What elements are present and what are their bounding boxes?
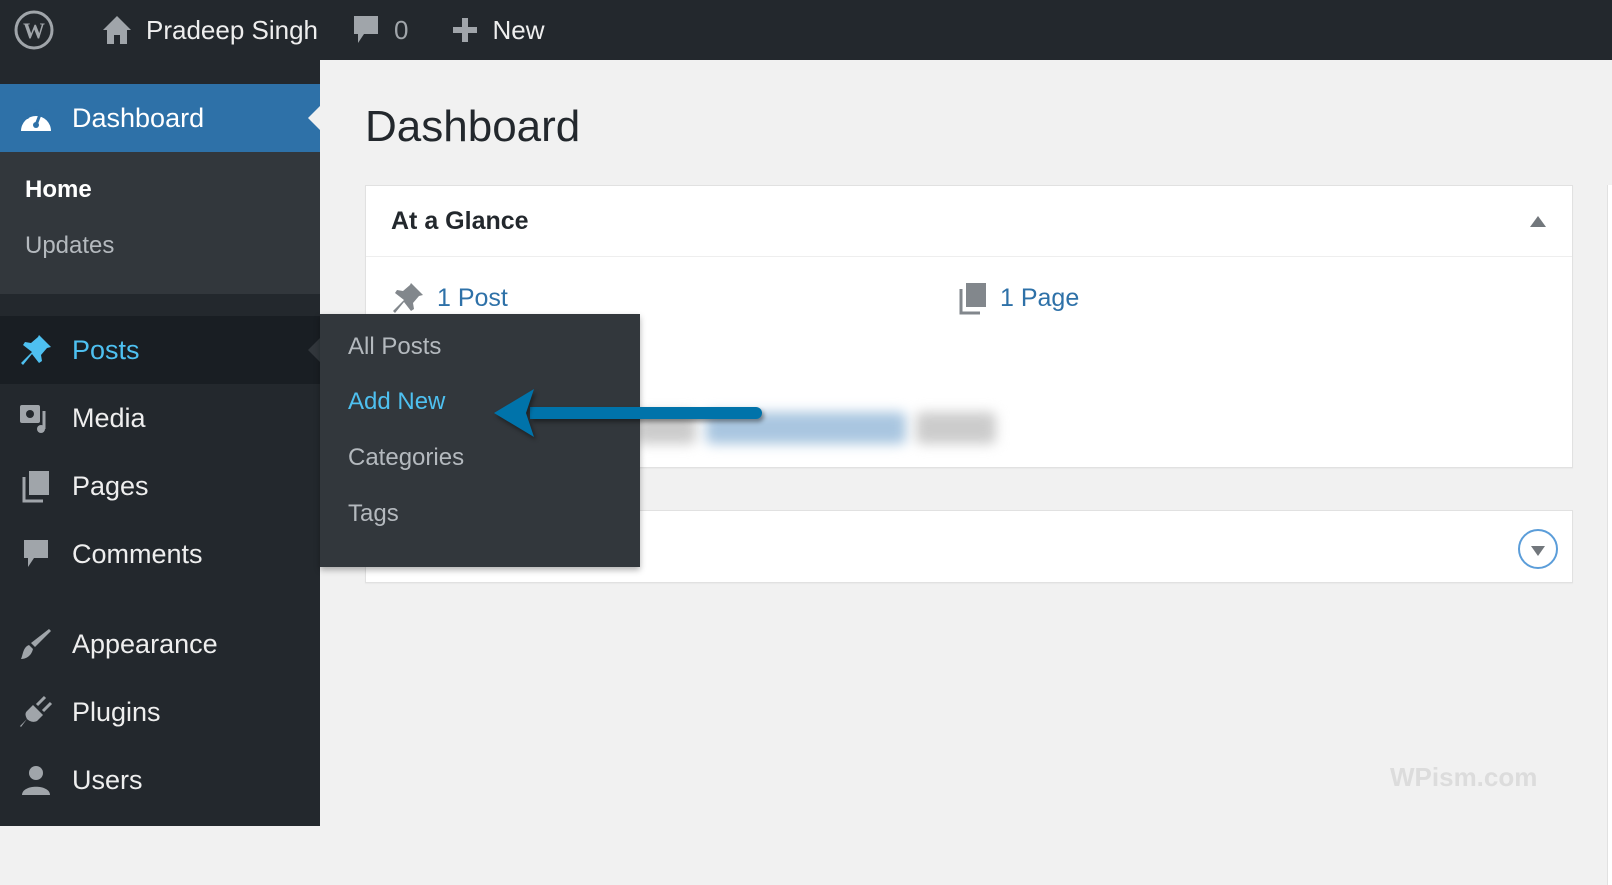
sidebar-label: Appearance: [72, 628, 218, 659]
annotation-arrow-icon: [494, 389, 762, 437]
new-label: New: [492, 14, 545, 45]
sidebar-label: Users: [72, 764, 143, 795]
submenu-updates[interactable]: Updates: [25, 232, 114, 260]
pages-icon: [0, 469, 72, 503]
svg-text:W: W: [23, 18, 45, 43]
new-content-link[interactable]: New: [421, 0, 557, 60]
posts-count: 1 Post: [437, 283, 508, 312]
sidebar-item-plugins[interactable]: Plugins: [0, 678, 320, 746]
comments-link[interactable]: 0: [330, 0, 420, 60]
plus-icon: [452, 18, 477, 42]
pages-icon: [959, 283, 986, 315]
sidebar-label: Plugins: [72, 696, 161, 727]
watermark: WPism.com: [1390, 762, 1538, 792]
sidebar-item-users[interactable]: Users: [0, 746, 320, 814]
sidebar-label: Comments: [72, 538, 203, 569]
site-name: Pradeep Singh: [146, 14, 319, 45]
sidebar-label: Media: [72, 402, 146, 433]
pin-icon: [0, 333, 72, 367]
sidebar-label: Posts: [72, 334, 140, 365]
media-icon: [0, 401, 72, 435]
sidebar-label: Pages: [72, 470, 149, 501]
flyout-add-new[interactable]: Add New: [348, 388, 445, 416]
expand-toggle-button[interactable]: [1518, 529, 1558, 569]
comments-count: 0: [394, 14, 409, 45]
sidebar-item-pages[interactable]: Pages: [0, 452, 320, 520]
chevron-down-icon: [1531, 546, 1545, 556]
comment-icon: [354, 16, 379, 43]
flyout-all-posts[interactable]: All Posts: [348, 333, 441, 361]
flyout-categories[interactable]: Categories: [348, 444, 464, 472]
pin-icon: [393, 283, 423, 313]
posts-count-link[interactable]: 1 Post: [391, 281, 508, 315]
pages-count: 1 Page: [1000, 283, 1080, 312]
home-icon: [103, 16, 131, 44]
submenu-home[interactable]: Home: [25, 176, 92, 204]
page-title: Dashboard: [365, 102, 581, 151]
sidebar-item-posts[interactable]: Posts: [0, 316, 320, 384]
sidebar-item-appearance[interactable]: Appearance: [0, 610, 320, 678]
widget-title: At a Glance: [391, 206, 529, 235]
wordpress-icon: W: [14, 10, 54, 50]
dashboard-gauge-icon: [0, 103, 72, 133]
dashboard-submenu: Home Updates: [0, 152, 320, 294]
site-name-link[interactable]: Pradeep Singh: [80, 0, 330, 60]
sidebar-item-dashboard[interactable]: Dashboard: [0, 84, 320, 152]
pages-count-link[interactable]: 1 Page: [958, 281, 1079, 315]
blurred-text: [916, 412, 996, 444]
wordpress-logo-button[interactable]: W: [0, 0, 80, 60]
collapse-toggle-icon[interactable]: [1530, 216, 1546, 227]
user-icon: [0, 764, 72, 796]
flyout-tags[interactable]: Tags: [348, 500, 399, 528]
comment-icon: [0, 538, 72, 570]
side-widget-column: [1607, 185, 1612, 885]
paintbrush-icon: [0, 627, 72, 661]
sidebar-item-media[interactable]: Media: [0, 384, 320, 452]
sidebar-label: Dashboard: [72, 102, 205, 133]
admin-sidebar: Dashboard Home Updates Posts Media Pages…: [0, 60, 320, 826]
plug-icon: [0, 695, 72, 729]
widget-header[interactable]: At a Glance: [366, 186, 1572, 257]
sidebar-item-comments[interactable]: Comments: [0, 520, 320, 588]
admin-bar: W Pradeep Singh 0 New: [0, 0, 1612, 60]
